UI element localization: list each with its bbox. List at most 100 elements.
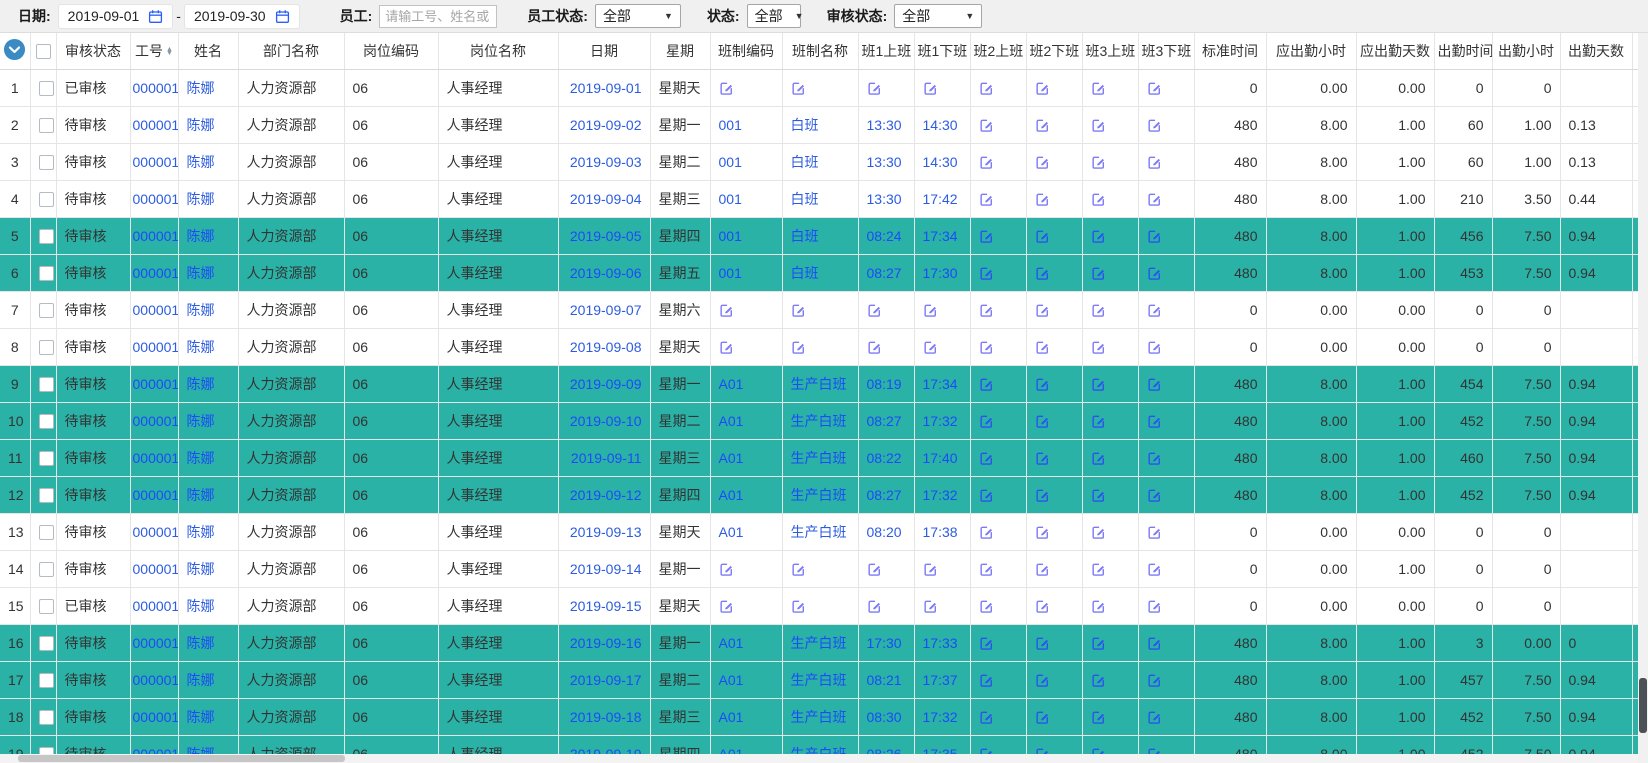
edit-icon[interactable] <box>1035 192 1050 207</box>
emp-no-link[interactable]: 000001 <box>133 450 179 466</box>
employee-name-link[interactable]: 陈娜 <box>187 672 215 688</box>
shift1-out-link[interactable]: 17:38 <box>923 524 958 540</box>
date-link[interactable]: 2019-09-13 <box>570 524 642 540</box>
edit-icon[interactable] <box>1091 155 1106 170</box>
shift-code-link[interactable]: A01 <box>719 672 744 688</box>
shift-name-link[interactable]: 生产白班 <box>791 635 847 651</box>
edit-icon[interactable] <box>1147 562 1162 577</box>
edit-icon[interactable] <box>1091 599 1106 614</box>
emp-no-link[interactable]: 000001 <box>133 672 179 688</box>
date-link[interactable]: 2019-09-09 <box>570 376 642 392</box>
date-link[interactable]: 2019-09-07 <box>570 302 642 318</box>
shift1-in-link[interactable]: 08:27 <box>867 413 902 429</box>
shift-name-link[interactable]: 生产白班 <box>791 672 847 688</box>
employee-name-link[interactable]: 陈娜 <box>187 376 215 392</box>
edit-icon[interactable] <box>1091 229 1106 244</box>
edit-icon[interactable] <box>1147 414 1162 429</box>
shift1-out-link[interactable]: 17:34 <box>923 228 958 244</box>
edit-icon[interactable] <box>979 562 994 577</box>
shift-name-link[interactable]: 生产白班 <box>791 524 847 540</box>
emp-no-link[interactable]: 000001 <box>133 376 179 392</box>
edit-icon[interactable] <box>1147 340 1162 355</box>
shift1-out-link[interactable]: 14:30 <box>923 154 958 170</box>
edit-icon[interactable] <box>1091 377 1106 392</box>
shift1-in-link[interactable]: 08:21 <box>867 672 902 688</box>
shift-code-link[interactable]: 001 <box>719 154 742 170</box>
employee-name-link[interactable]: 陈娜 <box>187 709 215 725</box>
edit-icon[interactable] <box>1091 266 1106 281</box>
sort-icon[interactable]: ▲▼ <box>166 48 173 57</box>
employee-name-link[interactable]: 陈娜 <box>187 450 215 466</box>
date-link[interactable]: 2019-09-17 <box>570 672 642 688</box>
shift-code-link[interactable]: A01 <box>719 413 744 429</box>
shift-name-link[interactable]: 白班 <box>791 154 819 170</box>
edit-icon[interactable] <box>1147 155 1162 170</box>
emp-no-link[interactable]: 000001 <box>133 228 179 244</box>
row-checkbox[interactable] <box>39 562 54 577</box>
edit-icon[interactable] <box>719 81 734 96</box>
edit-icon[interactable] <box>1035 414 1050 429</box>
shift-code-link[interactable]: 001 <box>719 191 742 207</box>
row-checkbox[interactable] <box>39 229 54 244</box>
calendar-icon[interactable] <box>275 9 290 24</box>
shift1-out-link[interactable]: 17:34 <box>923 376 958 392</box>
date-link[interactable]: 2019-09-05 <box>570 228 642 244</box>
date-link[interactable]: 2019-09-18 <box>570 709 642 725</box>
employee-name-link[interactable]: 陈娜 <box>187 80 215 96</box>
edit-icon[interactable] <box>1091 636 1106 651</box>
edit-icon[interactable] <box>979 451 994 466</box>
employee-name-link[interactable]: 陈娜 <box>187 598 215 614</box>
row-checkbox[interactable] <box>39 266 54 281</box>
edit-icon[interactable] <box>1091 562 1106 577</box>
shift1-out-link[interactable]: 14:30 <box>923 117 958 133</box>
shift1-out-link[interactable]: 17:32 <box>923 487 958 503</box>
edit-icon[interactable] <box>719 599 734 614</box>
row-checkbox[interactable] <box>39 192 54 207</box>
edit-icon[interactable] <box>867 562 882 577</box>
edit-icon[interactable] <box>1091 192 1106 207</box>
edit-icon[interactable] <box>1035 636 1050 651</box>
date-link[interactable]: 2019-09-15 <box>570 598 642 614</box>
emp-no-link[interactable]: 000001 <box>133 117 179 133</box>
edit-icon[interactable] <box>979 229 994 244</box>
shift1-out-link[interactable]: 17:33 <box>923 635 958 651</box>
edit-icon[interactable] <box>791 340 806 355</box>
date-link[interactable]: 2019-09-12 <box>570 487 642 503</box>
edit-icon[interactable] <box>1147 303 1162 318</box>
edit-icon[interactable] <box>867 303 882 318</box>
edit-icon[interactable] <box>1147 377 1162 392</box>
shift-name-link[interactable]: 生产白班 <box>791 413 847 429</box>
edit-icon[interactable] <box>979 710 994 725</box>
employee-name-link[interactable]: 陈娜 <box>187 524 215 540</box>
edit-icon[interactable] <box>923 562 938 577</box>
col-header-1[interactable]: 工号▲▼ <box>130 33 178 69</box>
edit-icon[interactable] <box>719 562 734 577</box>
chevron-down-circle-button[interactable] <box>3 38 26 61</box>
edit-icon[interactable] <box>791 81 806 96</box>
shift-code-link[interactable]: 001 <box>719 265 742 281</box>
row-checkbox[interactable] <box>39 636 54 651</box>
employee-name-link[interactable]: 陈娜 <box>187 265 215 281</box>
shift-code-link[interactable]: A01 <box>719 709 744 725</box>
edit-icon[interactable] <box>923 81 938 96</box>
edit-icon[interactable] <box>1035 155 1050 170</box>
shift-name-link[interactable]: 白班 <box>791 117 819 133</box>
date-link[interactable]: 2019-09-01 <box>570 80 642 96</box>
emp-no-link[interactable]: 000001 <box>133 191 179 207</box>
shift1-in-link[interactable]: 08:24 <box>867 228 902 244</box>
edit-icon[interactable] <box>719 303 734 318</box>
edit-icon[interactable] <box>979 81 994 96</box>
emp-no-link[interactable]: 000001 <box>133 524 179 540</box>
edit-icon[interactable] <box>1147 636 1162 651</box>
edit-icon[interactable] <box>1147 599 1162 614</box>
shift-name-link[interactable]: 白班 <box>791 191 819 207</box>
shift1-out-link[interactable]: 17:37 <box>923 672 958 688</box>
shift-name-link[interactable]: 白班 <box>791 265 819 281</box>
employee-name-link[interactable]: 陈娜 <box>187 487 215 503</box>
row-checkbox[interactable] <box>39 525 54 540</box>
edit-icon[interactable] <box>1091 673 1106 688</box>
date-link[interactable]: 2019-09-02 <box>570 117 642 133</box>
employee-status-select[interactable]: 全部 ▼ <box>595 4 681 28</box>
row-checkbox[interactable] <box>39 488 54 503</box>
edit-icon[interactable] <box>1147 673 1162 688</box>
